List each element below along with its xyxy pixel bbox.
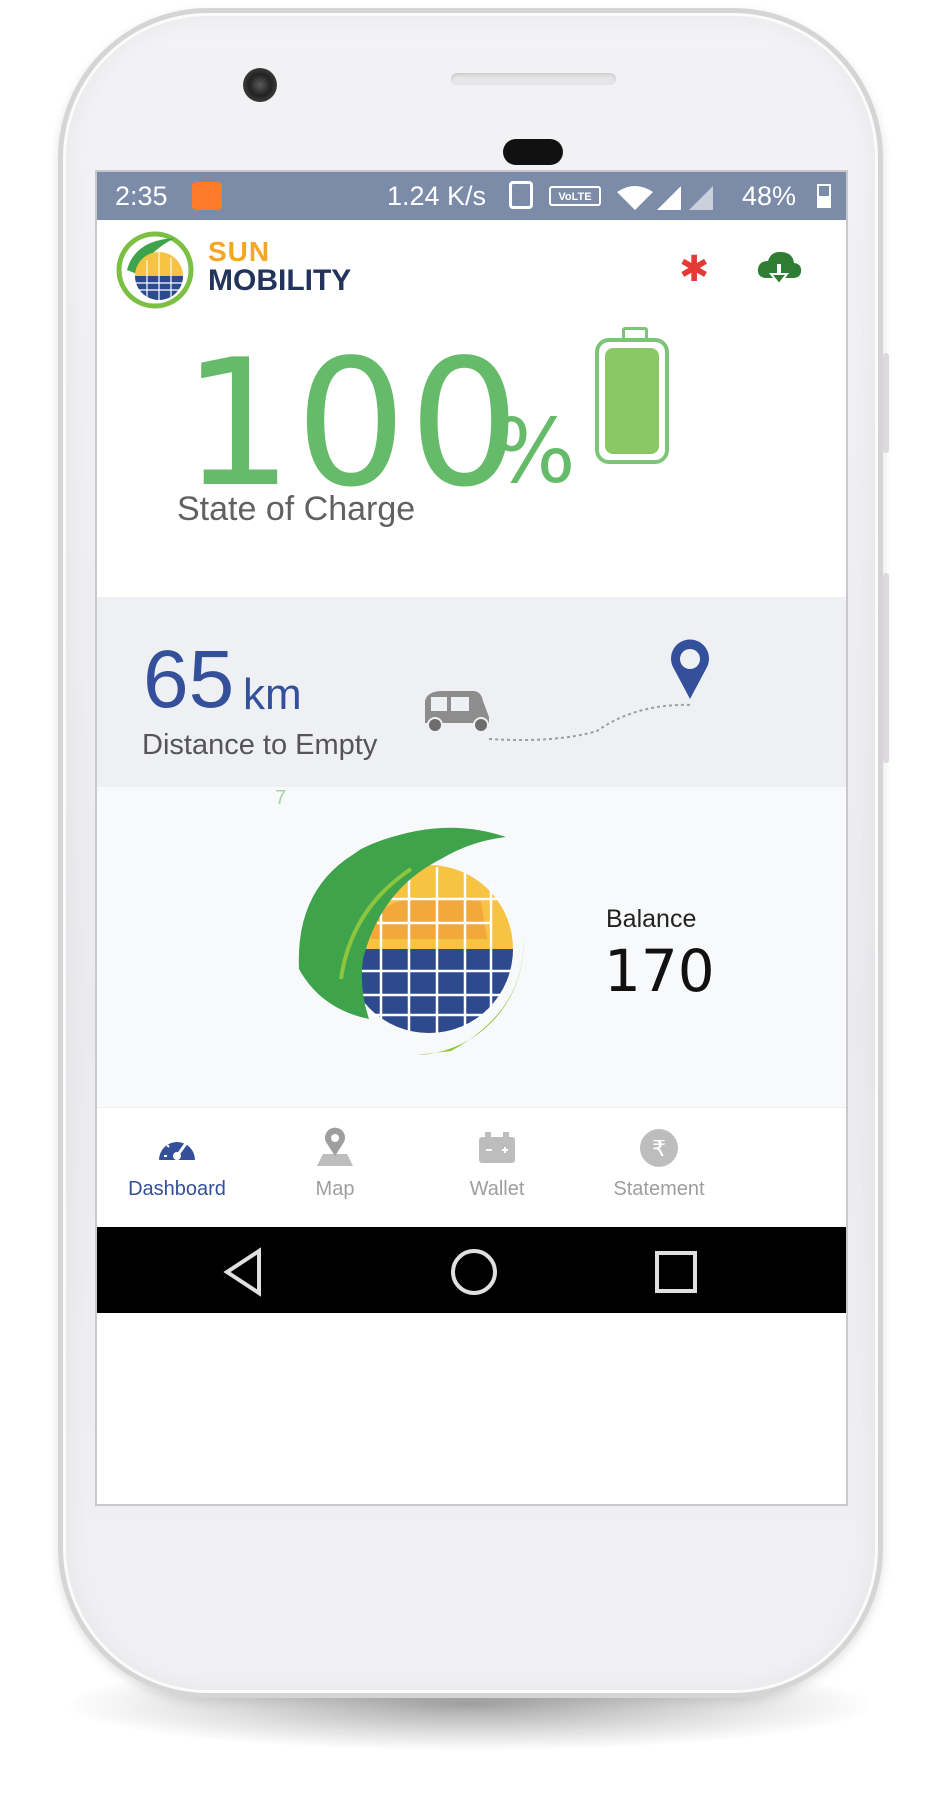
soc-value: 100 [182,323,523,526]
recents-icon[interactable] [653,1249,699,1295]
battery-level-icon [595,338,669,464]
route-line [488,703,694,741]
soc-unit: % [492,400,576,503]
map-pin-icon [317,1127,353,1166]
distance-to-empty-panel: 65 km Distance to Empty [97,597,846,787]
nav-statement[interactable]: ₹ Statement [579,1126,739,1201]
volume-button [883,353,889,453]
battery-fill [605,348,659,454]
nav-map[interactable]: Map [255,1126,415,1201]
balance-label: Balance [606,905,697,933]
bottom-navigation: Dashboard Map Wallet ₹ Statement [97,1107,846,1228]
earpiece-speaker [451,73,616,85]
svg-text:₹: ₹ [652,1137,666,1162]
dte-value: 65 [143,634,235,725]
balance-panel: 7 Balance 170 [97,787,846,1107]
auto-rickshaw-icon [425,691,489,733]
battery-wallet-icon [479,1132,515,1163]
home-icon[interactable] [447,1247,501,1301]
soc-label: State of Charge [177,490,416,528]
destination-pin-icon [671,639,709,699]
nav-wallet[interactable]: Wallet [417,1126,577,1201]
front-camera [243,68,277,102]
speedometer-icon [159,1139,195,1160]
nav-label-statement: Statement [613,1178,705,1200]
state-of-charge-panel: 100 % State of Charge [97,172,846,597]
proximity-sensor [503,139,563,165]
sun-mobility-emblem-icon [298,827,524,1055]
back-icon[interactable] [219,1247,269,1297]
nav-label-dashboard: Dashboard [128,1178,226,1200]
phone-screen: 2:35 1.24 K/s VoLTE 48% SUN MOBILITY ✱ 1… [95,170,848,1506]
small-mark: 7 [275,787,287,809]
nav-label-map: Map [315,1178,355,1200]
system-navigation-bar [97,1227,846,1313]
dte-unit: km [243,670,302,719]
dte-label: Distance to Empty [142,729,378,761]
nav-dashboard[interactable]: Dashboard [97,1126,257,1201]
balance-value: 170 [604,937,715,1005]
nav-label-wallet: Wallet [469,1178,525,1200]
power-button [883,573,889,763]
rupee-icon: ₹ [640,1129,678,1167]
